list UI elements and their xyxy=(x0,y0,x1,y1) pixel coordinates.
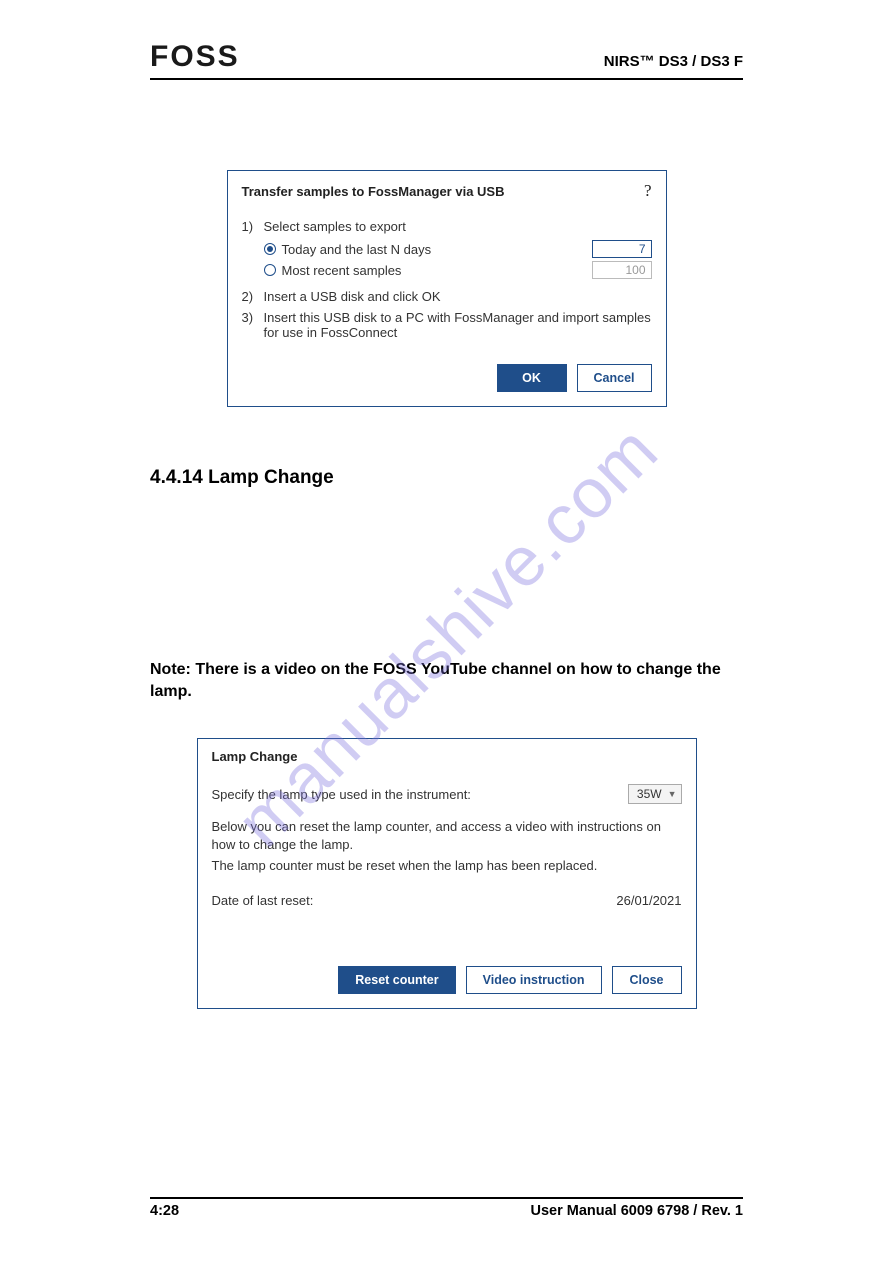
step-text: Select samples to export xyxy=(264,219,652,234)
radio-most-recent-samples[interactable] xyxy=(264,264,276,276)
section-note: Note: There is a video on the FOSS YouTu… xyxy=(150,659,743,702)
page-footer: 4:28 User Manual 6009 6798 / Rev. 1 xyxy=(150,1197,743,1219)
close-button[interactable]: Close xyxy=(612,966,682,994)
lamp-description-2: The lamp counter must be reset when the … xyxy=(212,857,682,875)
days-input[interactable]: 7 xyxy=(592,240,652,258)
lamp-type-select[interactable]: 35W ▼ xyxy=(628,784,682,804)
manual-revision: User Manual 6009 6798 / Rev. 1 xyxy=(530,1203,743,1219)
lamp-change-dialog: Lamp Change Specify the lamp type used i… xyxy=(197,738,697,1009)
document-model-title: NIRS™ DS3 / DS3 F xyxy=(604,53,743,70)
radio-today-last-n-days[interactable] xyxy=(264,243,276,255)
dialog-title: Transfer samples to FossManager via USB xyxy=(242,184,505,199)
video-instruction-button[interactable]: Video instruction xyxy=(466,966,602,994)
page-header: FOSS NIRS™ DS3 / DS3 F xyxy=(150,40,743,80)
chevron-down-icon: ▼ xyxy=(668,789,677,799)
help-icon[interactable]: ? xyxy=(644,181,652,201)
lamp-type-label: Specify the lamp type used in the instru… xyxy=(212,787,471,802)
step-number: 1) xyxy=(242,219,258,234)
radio-label: Most recent samples xyxy=(282,263,402,278)
step-number: 2) xyxy=(242,289,258,304)
reset-counter-button[interactable]: Reset counter xyxy=(338,966,455,994)
transfer-samples-dialog: Transfer samples to FossManager via USB … xyxy=(227,170,667,407)
samples-count-input: 100 xyxy=(592,261,652,279)
last-reset-label: Date of last reset: xyxy=(212,893,314,908)
page-number: 4:28 xyxy=(150,1203,179,1219)
dialog-title: Lamp Change xyxy=(212,749,298,764)
last-reset-date: 26/01/2021 xyxy=(616,893,681,908)
cancel-button[interactable]: Cancel xyxy=(577,364,652,392)
lamp-type-value: 35W xyxy=(637,787,662,801)
radio-label: Today and the last N days xyxy=(282,242,432,257)
brand-logo: FOSS xyxy=(150,40,240,74)
step-text: Insert a USB disk and click OK xyxy=(264,289,652,304)
step-number: 3) xyxy=(242,310,258,325)
ok-button[interactable]: OK xyxy=(497,364,567,392)
lamp-description-1: Below you can reset the lamp counter, an… xyxy=(212,818,682,853)
step-text: Insert this USB disk to a PC with FossMa… xyxy=(264,310,652,340)
section-heading: 4.4.14 Lamp Change xyxy=(150,467,743,489)
